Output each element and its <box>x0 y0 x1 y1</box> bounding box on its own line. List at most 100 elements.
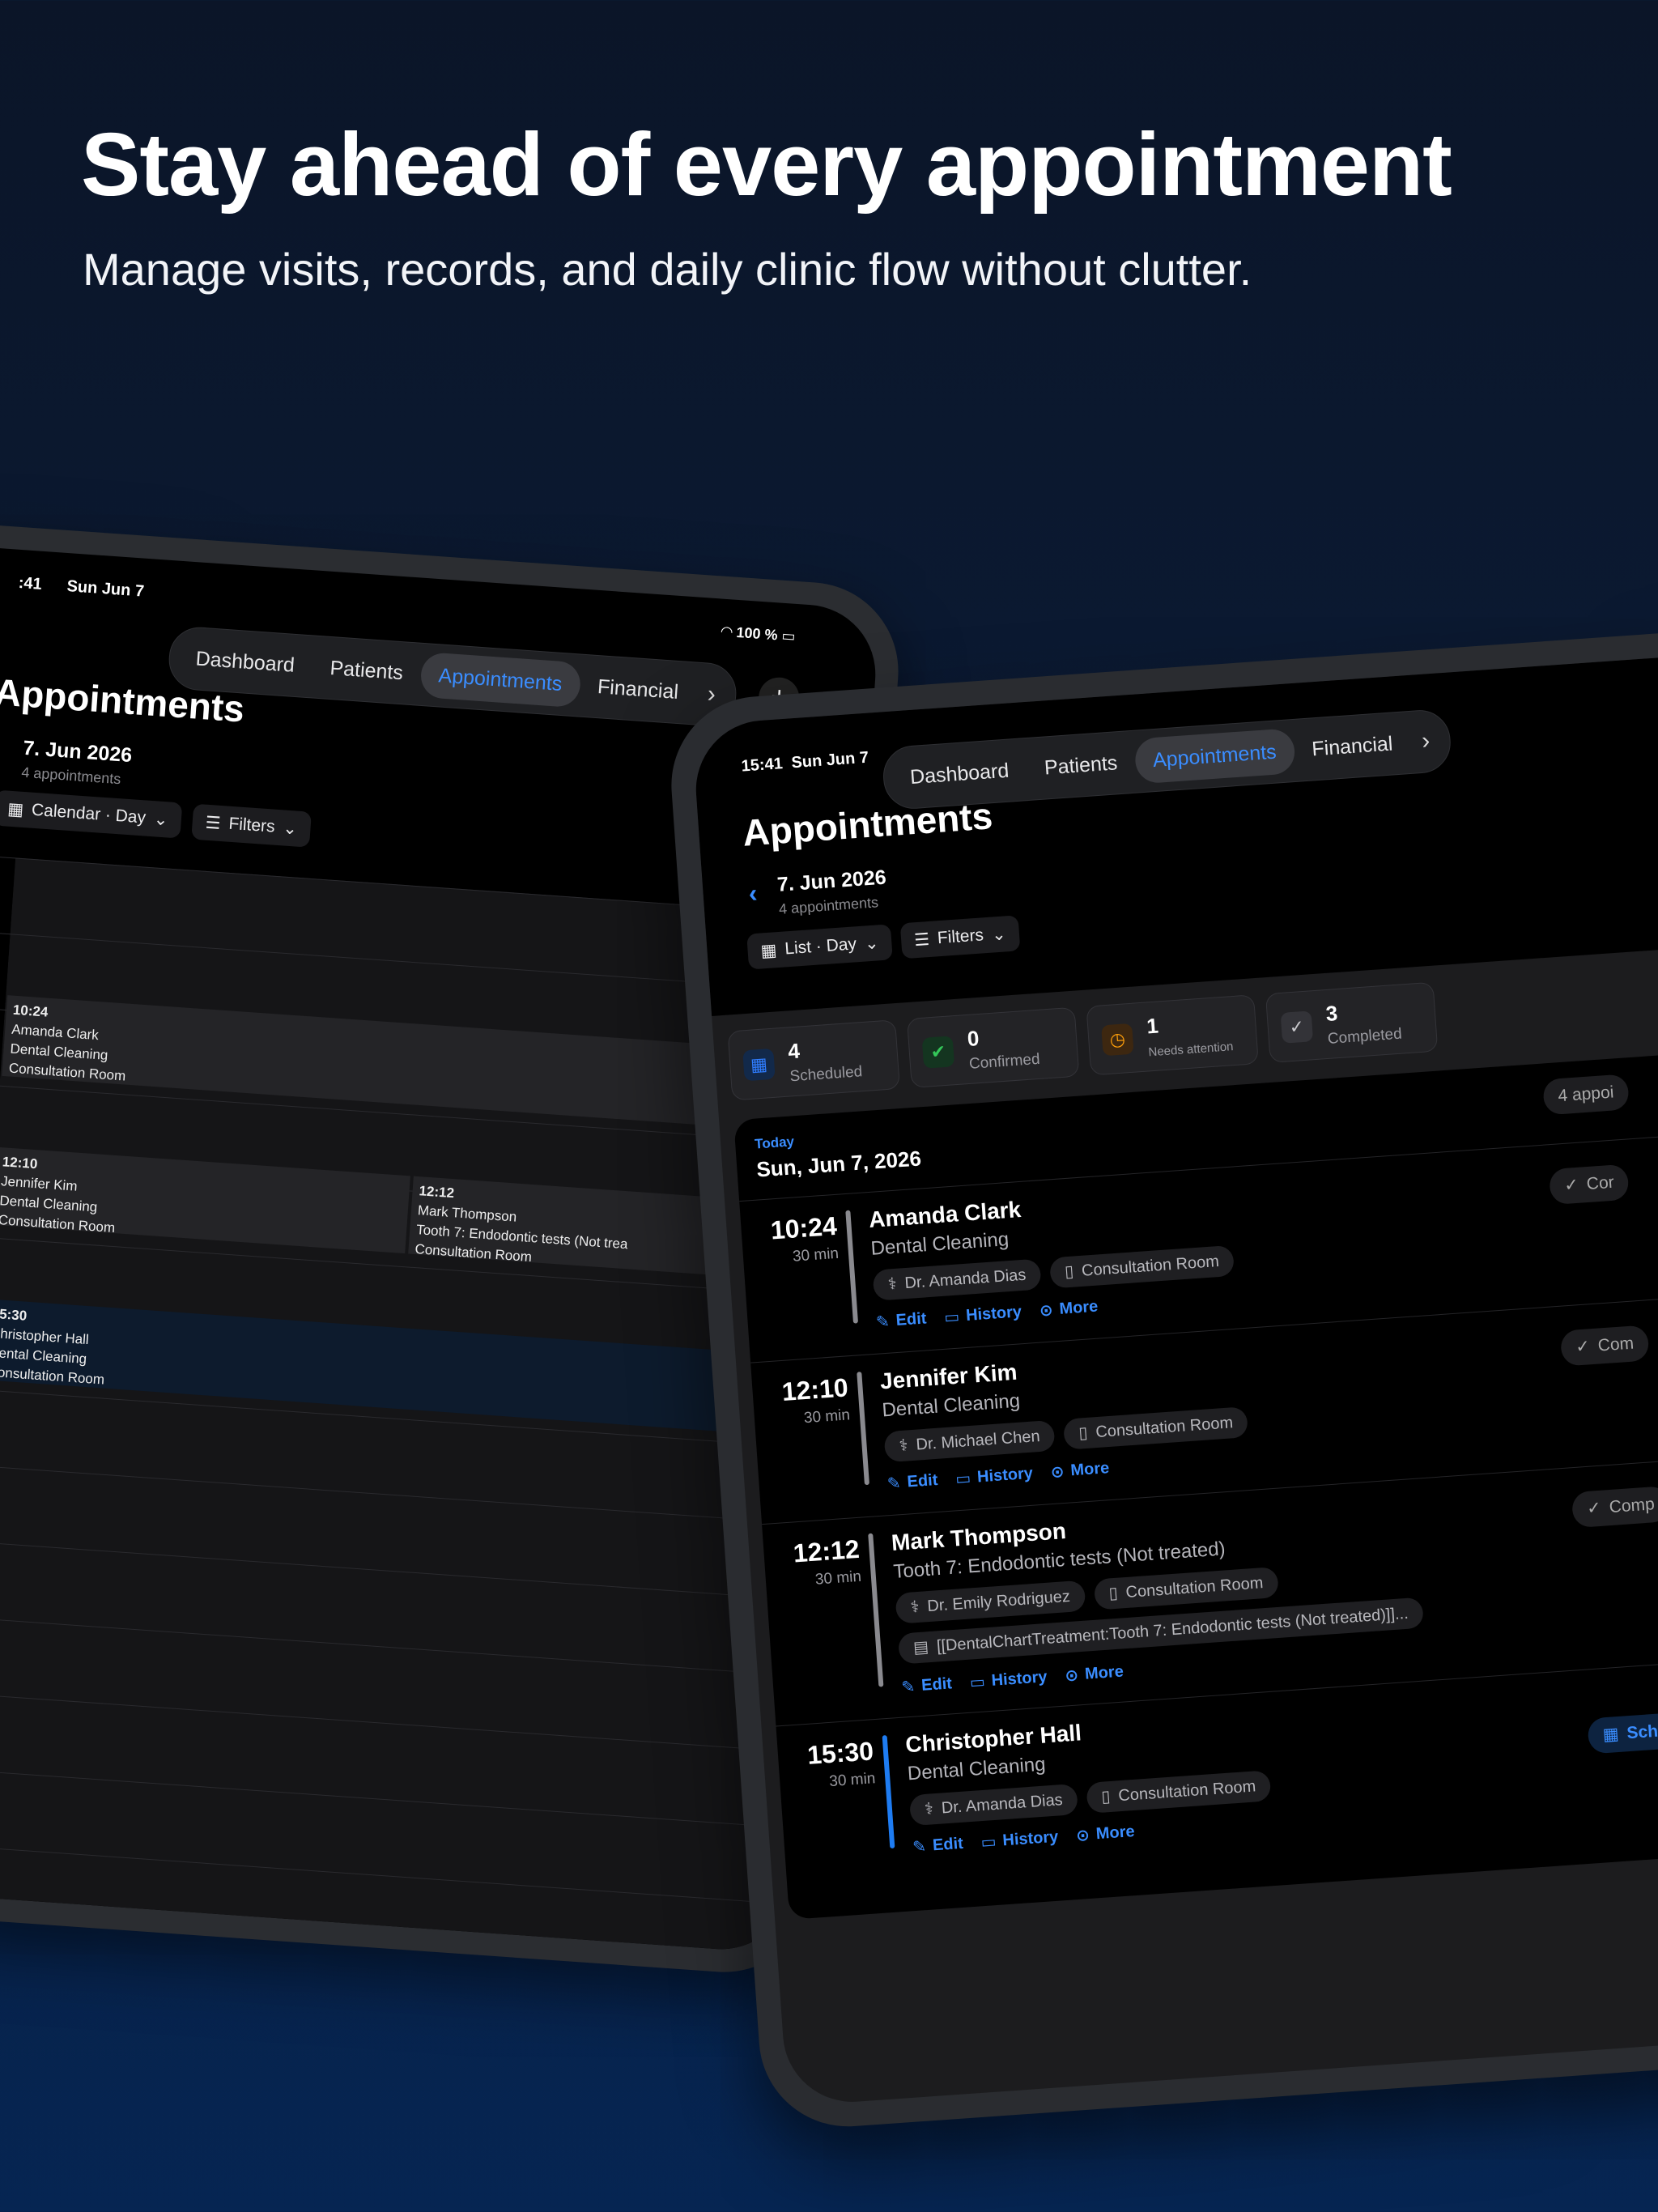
appointment-duration: 30 min <box>803 1406 851 1427</box>
appointments-list: Today Sun, Jun 7, 2026 4 appoi 10:24 30 … <box>733 1038 1658 1920</box>
doctor-name: Dr. Emily Rodriguez <box>926 1587 1071 1616</box>
edit-button[interactable]: ✎ Edit <box>875 1308 927 1332</box>
doctor-chip: ⚕ Dr. Amanda Dias <box>908 1783 1078 1827</box>
stat-count: 1 <box>1146 1013 1159 1039</box>
stat-count: 3 <box>1324 1001 1339 1026</box>
calendar-icon: ▦ <box>742 1048 776 1082</box>
note-icon: ▤ <box>912 1638 929 1657</box>
status-badge: ✓ Comp <box>1571 1485 1658 1529</box>
door-icon: ▯ <box>1107 1584 1119 1603</box>
history-button[interactable]: ▭ History <box>969 1667 1048 1693</box>
front-tablet-screen: 15:41 Sun Jun 7 Dashboard Patients Appoi… <box>691 640 1658 2107</box>
patient-name: Christopher Hall <box>904 1720 1082 1758</box>
status-label: Com <box>1597 1334 1635 1355</box>
status-time: :41 <box>18 573 43 593</box>
stethoscope-icon: ⚕ <box>887 1274 898 1294</box>
filter-icon: ☰ <box>204 813 222 833</box>
filters-button[interactable]: ☰ Filters ⌄ <box>191 803 312 848</box>
stat-count: 0 <box>966 1026 980 1051</box>
appointment-time: 12:10 <box>780 1372 849 1406</box>
more-button[interactable]: ⊙ More <box>1039 1297 1099 1321</box>
tab-appointments[interactable]: Appointments <box>419 651 582 708</box>
front-tablet: 15:41 Sun Jun 7 Dashboard Patients Appoi… <box>665 615 1658 2133</box>
patient-name: Jennifer Kim <box>879 1359 1018 1394</box>
status-bar <box>857 1372 869 1486</box>
room-name: Consultation Room <box>1081 1253 1220 1280</box>
chevron-right-icon[interactable]: › <box>1409 726 1442 756</box>
chevron-down-icon: ⌄ <box>864 933 880 954</box>
stat-completed[interactable]: ✓ 3 Completed <box>1265 981 1439 1063</box>
ellipsis-circle-icon: ⊙ <box>1039 1301 1054 1321</box>
pencil-icon: ✎ <box>875 1312 891 1332</box>
doctor-name: Dr. Amanda Dias <box>903 1266 1027 1293</box>
tab-appointments[interactable]: Appointments <box>1133 728 1296 785</box>
door-icon: ▯ <box>1078 1423 1089 1443</box>
room-chip: ▯ Consultation Room <box>1093 1566 1279 1610</box>
status-badge: ✓ Cor <box>1548 1163 1630 1206</box>
stat-scheduled[interactable]: ▦ 4 Scheduled <box>727 1019 900 1101</box>
appointment-time: 15:30 <box>806 1736 875 1770</box>
stat-label: Confirmed <box>968 1050 1041 1073</box>
tab-patients[interactable]: Patients <box>1025 739 1137 792</box>
more-label: More <box>1084 1662 1124 1683</box>
folder-icon: ▭ <box>943 1308 961 1327</box>
pencil-icon: ✎ <box>900 1678 916 1697</box>
clock-alert-icon: ◷ <box>1101 1023 1134 1057</box>
doctor-chip: ⚕ Dr. Emily Rodriguez <box>895 1580 1086 1624</box>
room-chip: ▯ Consultation Room <box>1048 1244 1235 1289</box>
edit-label: Edit <box>932 1834 964 1855</box>
history-button[interactable]: ▭ History <box>943 1302 1022 1328</box>
tab-financial[interactable]: Financial <box>578 663 698 717</box>
date-subtitle: 4 appointments <box>20 764 121 788</box>
doctor-name: Dr. Michael Chen <box>915 1427 1041 1454</box>
stat-label: Needs attention <box>1147 1040 1234 1060</box>
stat-count: 4 <box>787 1038 801 1064</box>
status-bar <box>868 1533 884 1687</box>
chevron-down-icon: ⌄ <box>282 818 298 839</box>
tab-dashboard[interactable]: Dashboard <box>891 747 1028 801</box>
view-selector-label: List · Day <box>784 934 857 959</box>
history-button[interactable]: ▭ History <box>980 1827 1059 1853</box>
more-label: More <box>1069 1459 1110 1480</box>
battery-percent: 100 % <box>735 623 779 644</box>
filter-icon: ☰ <box>913 929 930 950</box>
wifi-icon: ◠ <box>721 623 733 640</box>
door-icon: ▯ <box>1100 1787 1112 1806</box>
door-icon: ▯ <box>1064 1262 1074 1282</box>
history-button[interactable]: ▭ History <box>954 1464 1034 1490</box>
stat-label: Scheduled <box>789 1063 863 1086</box>
edit-button[interactable]: ✎ Edit <box>901 1674 953 1697</box>
status-bar <box>882 1735 895 1849</box>
procedure: Dental Cleaning <box>907 1753 1047 1785</box>
more-button[interactable]: ⊙ More <box>1075 1822 1135 1846</box>
status-badge: ✓ Com <box>1559 1325 1650 1367</box>
status-label: Comp <box>1608 1495 1656 1517</box>
tab-financial[interactable]: Financial <box>1293 720 1413 773</box>
ellipsis-circle-icon: ⊙ <box>1075 1826 1090 1845</box>
chevron-left-icon[interactable]: ‹ <box>0 739 2 770</box>
stat-needs-attention[interactable]: ◷ 1 Needs attention <box>1086 994 1259 1076</box>
edit-button[interactable]: ✎ Edit <box>912 1834 964 1857</box>
tab-patients[interactable]: Patients <box>311 644 423 696</box>
chevron-down-icon: ⌄ <box>153 809 169 829</box>
tab-dashboard[interactable]: Dashboard <box>176 635 314 689</box>
stat-label: Completed <box>1327 1025 1403 1048</box>
more-button[interactable]: ⊙ More <box>1050 1458 1110 1482</box>
stat-confirmed[interactable]: ✔ 0 Confirmed <box>906 1006 1080 1088</box>
room-name: Consultation Room <box>1117 1777 1256 1806</box>
appointment-duration: 30 min <box>828 1770 877 1791</box>
status-label: Sched <box>1626 1720 1658 1743</box>
badge-check-icon: ✓ <box>1586 1498 1602 1518</box>
more-button[interactable]: ⊙ More <box>1065 1661 1124 1686</box>
battery-status: ◠ 100 % ▭ <box>721 623 796 645</box>
appointment-duration: 30 min <box>792 1244 840 1266</box>
status-label: Cor <box>1586 1172 1615 1194</box>
edit-button[interactable]: ✎ Edit <box>886 1470 938 1494</box>
history-label: History <box>1001 1827 1060 1850</box>
badge-check-icon: ✓ <box>1575 1337 1591 1357</box>
calendar-icon: ▦ <box>759 940 778 961</box>
view-selector[interactable]: ▦ Calendar · Day ⌄ <box>0 789 183 839</box>
edit-label: Edit <box>920 1674 953 1695</box>
battery-icon: ▭ <box>780 627 797 644</box>
pencil-icon: ✎ <box>912 1837 927 1857</box>
